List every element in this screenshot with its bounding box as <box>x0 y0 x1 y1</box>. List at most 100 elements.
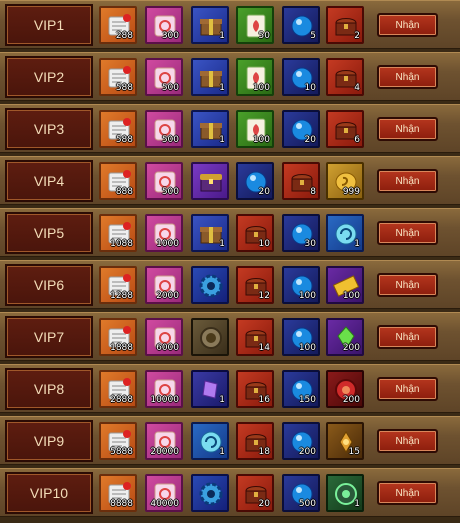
pink-scroll-icon[interactable]: 300 <box>145 6 183 44</box>
scroll-icon[interactable]: 288 <box>99 6 137 44</box>
blue-orb-icon[interactable]: 5 <box>282 6 320 44</box>
blue-orb-icon[interactable]: 500 <box>282 474 320 512</box>
item-count: 1 <box>354 499 360 509</box>
claim-button[interactable]: Nhận <box>377 325 438 349</box>
gold-ticket-icon[interactable]: 100 <box>326 266 364 304</box>
gold-wing-icon[interactable]: 15 <box>326 422 364 460</box>
claim-button[interactable]: Nhận <box>377 117 438 141</box>
green-leaf-card-icon[interactable]: 100 <box>236 110 274 148</box>
cyan-swirl-icon[interactable]: 1 <box>326 214 364 252</box>
treasure-chest-icon[interactable]: 14 <box>236 318 274 356</box>
blue-orb-icon[interactable]: 10 <box>282 58 320 96</box>
green-leaf-card-icon[interactable]: 100 <box>236 58 274 96</box>
gift-box-icon[interactable]: 1 <box>191 214 229 252</box>
item-count: 4 <box>354 83 360 93</box>
scroll-icon[interactable]: 588 <box>99 110 137 148</box>
purple-crystal-icon[interactable]: 1 <box>191 370 229 408</box>
pink-scroll-icon[interactable]: 20000 <box>145 422 183 460</box>
scroll-icon[interactable]: 1888 <box>99 318 137 356</box>
scroll-icon[interactable]: 1288 <box>99 266 137 304</box>
purple-chest-icon[interactable] <box>191 162 229 200</box>
scroll-icon[interactable]: 1088 <box>99 214 137 252</box>
item-count: 200 <box>298 447 316 457</box>
vip-row: VIP10 8888 40000 20 500 1 Nhận <box>0 468 460 517</box>
item-count: 100 <box>252 135 270 145</box>
vip-tier-label: VIP9 <box>5 420 93 462</box>
green-crystal-icon[interactable]: 200 <box>326 318 364 356</box>
claim-button[interactable]: Nhận <box>377 13 438 37</box>
blue-orb-icon[interactable]: 100 <box>282 318 320 356</box>
claim-button[interactable]: Nhận <box>377 65 438 89</box>
vip-row: VIP5 1088 1000 1 10 30 1 Nhận <box>0 208 460 257</box>
blue-orb-icon[interactable]: 30 <box>282 214 320 252</box>
pink-scroll-icon[interactable]: 500 <box>145 110 183 148</box>
item-count: 1 <box>219 395 225 405</box>
pink-scroll-icon[interactable]: 1000 <box>145 214 183 252</box>
claim-button[interactable]: Nhận <box>377 377 438 401</box>
cyan-swirl-icon[interactable]: 1 <box>191 422 229 460</box>
item-count: 20 <box>258 499 270 509</box>
scroll-icon[interactable]: 5888 <box>99 422 137 460</box>
treasure-chest-icon[interactable]: 12 <box>236 266 274 304</box>
claim-button[interactable]: Nhận <box>377 481 438 505</box>
treasure-chest-icon[interactable]: 2 <box>326 6 364 44</box>
blue-orb-icon[interactable]: 20 <box>282 110 320 148</box>
pink-scroll-icon[interactable]: 2000 <box>145 266 183 304</box>
item-count: 500 <box>161 83 179 93</box>
gift-box-icon[interactable]: 1 <box>191 58 229 96</box>
vip-row: VIP3 588 500 1 100 20 6 Nhận <box>0 104 460 153</box>
blue-gear-icon[interactable] <box>191 266 229 304</box>
treasure-chest-icon[interactable]: 16 <box>236 370 274 408</box>
treasure-chest-icon[interactable]: 6 <box>326 110 364 148</box>
pink-scroll-icon[interactable]: 40000 <box>145 474 183 512</box>
treasure-chest-icon[interactable]: 4 <box>326 58 364 96</box>
claim-button[interactable]: Nhận <box>377 221 438 245</box>
gold-coin-icon[interactable]: 999 <box>326 162 364 200</box>
treasure-chest-icon[interactable]: 8 <box>282 162 320 200</box>
item-count: 2 <box>354 31 360 41</box>
scroll-icon[interactable]: 888 <box>99 162 137 200</box>
vip-row: VIP6 1288 2000 12 100 100 Nhận <box>0 260 460 309</box>
pink-scroll-icon[interactable]: 500 <box>145 58 183 96</box>
vip-tier-label: VIP8 <box>5 368 93 410</box>
pink-scroll-icon[interactable]: 6000 <box>145 318 183 356</box>
vip-tier-label: VIP7 <box>5 316 93 358</box>
vip-tier-label: VIP10 <box>5 472 93 514</box>
treasure-chest-icon[interactable]: 18 <box>236 422 274 460</box>
claim-button[interactable]: Nhận <box>377 429 438 453</box>
green-leaf-card-icon[interactable]: 50 <box>236 6 274 44</box>
blue-orb-icon[interactable]: 100 <box>282 266 320 304</box>
item-count: 200 <box>342 343 360 353</box>
item-count: 300 <box>161 31 179 41</box>
scroll-icon[interactable]: 2888 <box>99 370 137 408</box>
blue-gear-icon[interactable] <box>191 474 229 512</box>
treasure-chest-icon[interactable]: 20 <box>236 474 274 512</box>
bronze-ring-icon[interactable] <box>191 318 229 356</box>
item-count: 100 <box>298 343 316 353</box>
item-count: 30 <box>304 239 316 249</box>
item-count: 16 <box>258 395 270 405</box>
gift-box-icon[interactable]: 1 <box>191 110 229 148</box>
scroll-icon[interactable]: 588 <box>99 58 137 96</box>
vip-reward-list: VIP1 288 300 1 50 5 2 Nhận VIP2 588 500 1 100 10 4 Nhận… <box>0 0 460 523</box>
treasure-chest-icon[interactable]: 10 <box>236 214 274 252</box>
gift-box-icon[interactable]: 1 <box>191 6 229 44</box>
item-count: 1 <box>219 135 225 145</box>
item-count: 100 <box>298 291 316 301</box>
blue-orb-icon[interactable]: 150 <box>282 370 320 408</box>
green-emblem-icon[interactable]: 1 <box>326 474 364 512</box>
item-count: 200 <box>342 395 360 405</box>
scroll-icon[interactable]: 8888 <box>99 474 137 512</box>
pink-scroll-icon[interactable]: 10000 <box>145 370 183 408</box>
claim-button[interactable]: Nhận <box>377 273 438 297</box>
red-orb-icon[interactable]: 200 <box>326 370 364 408</box>
pink-scroll-icon[interactable]: 500 <box>145 162 183 200</box>
blue-orb-icon[interactable]: 20 <box>236 162 274 200</box>
claim-button[interactable]: Nhận <box>377 169 438 193</box>
blue-orb-icon[interactable]: 200 <box>282 422 320 460</box>
item-count: 10 <box>258 239 270 249</box>
vip-tier-label: VIP1 <box>5 4 93 46</box>
item-count: 40000 <box>150 499 179 509</box>
item-count: 1 <box>354 239 360 249</box>
item-count: 1 <box>219 447 225 457</box>
